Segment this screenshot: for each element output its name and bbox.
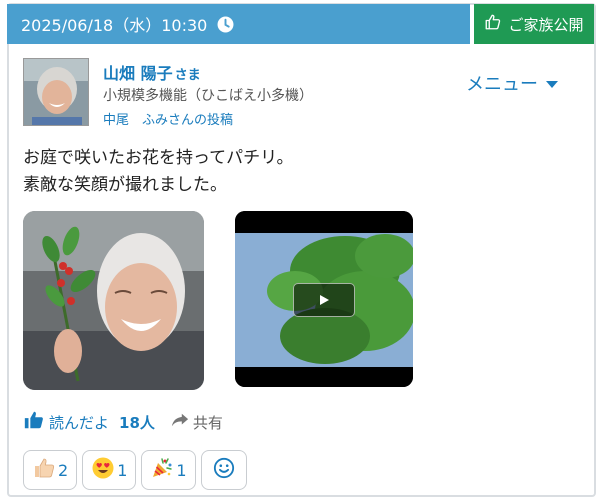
reaction-bar: 2 1 1 bbox=[23, 450, 247, 490]
post-body-line: 素敵な笑顔が撮れました。 bbox=[23, 175, 227, 195]
reaction-thumbs-up[interactable]: 2 bbox=[23, 450, 78, 490]
clock-icon bbox=[217, 16, 234, 33]
reaction-party-popper[interactable]: 1 bbox=[141, 450, 196, 490]
post-video[interactable] bbox=[235, 211, 413, 387]
share-label: 共有 bbox=[192, 413, 223, 432]
post-header: 2025/06/18（水）10:30 bbox=[7, 4, 470, 44]
play-icon bbox=[318, 291, 330, 310]
post-body: お庭で咲いたお花を持ってパチリ。 素敵な笑顔が撮れました。 bbox=[23, 145, 293, 199]
post-body-line: お庭で咲いたお花を持ってパチリ。 bbox=[23, 148, 294, 168]
resident-avatar[interactable] bbox=[23, 58, 89, 126]
read-label: 読んだよ bbox=[49, 413, 110, 432]
post-photo[interactable] bbox=[23, 211, 204, 390]
resident-name[interactable]: 山畑 陽子 さま bbox=[103, 60, 201, 84]
poster-link[interactable]: 中尾 ふみさんの投稿 bbox=[103, 109, 233, 128]
video-play-button[interactable] bbox=[293, 283, 355, 317]
heart-eyes-emoji-icon bbox=[91, 456, 115, 484]
caret-down-icon bbox=[546, 73, 558, 94]
post-actions: 読んだよ 18人 共有 bbox=[23, 409, 223, 435]
menu-label: メニュー bbox=[466, 74, 538, 95]
share-arrow-icon bbox=[171, 412, 189, 432]
facility-name: 小規模多機能（ひこばえ小多機） bbox=[103, 88, 313, 104]
share-button[interactable]: 共有 bbox=[171, 412, 223, 433]
thumbs-up-icon bbox=[23, 409, 45, 435]
menu-dropdown[interactable]: メニュー bbox=[466, 70, 558, 96]
post-datetime: 2025/06/18（水）10:30 bbox=[21, 16, 208, 35]
read-count: 18人 bbox=[119, 413, 155, 432]
thumbs-up-emoji-icon bbox=[32, 456, 56, 484]
reaction-count: 2 bbox=[58, 460, 69, 480]
reaction-count: 1 bbox=[176, 460, 187, 480]
thumbs-up-outline-icon bbox=[484, 13, 502, 35]
family-public-badge: ご家族公開 bbox=[474, 4, 594, 44]
smiley-icon bbox=[213, 457, 235, 483]
party-popper-emoji-icon bbox=[150, 456, 174, 484]
family-badge-label: ご家族公開 bbox=[508, 15, 584, 34]
reaction-count: 1 bbox=[117, 460, 128, 480]
add-reaction-button[interactable] bbox=[200, 450, 247, 490]
read-button[interactable]: 読んだよ 18人 bbox=[23, 409, 155, 435]
reaction-heart-eyes[interactable]: 1 bbox=[82, 450, 137, 490]
